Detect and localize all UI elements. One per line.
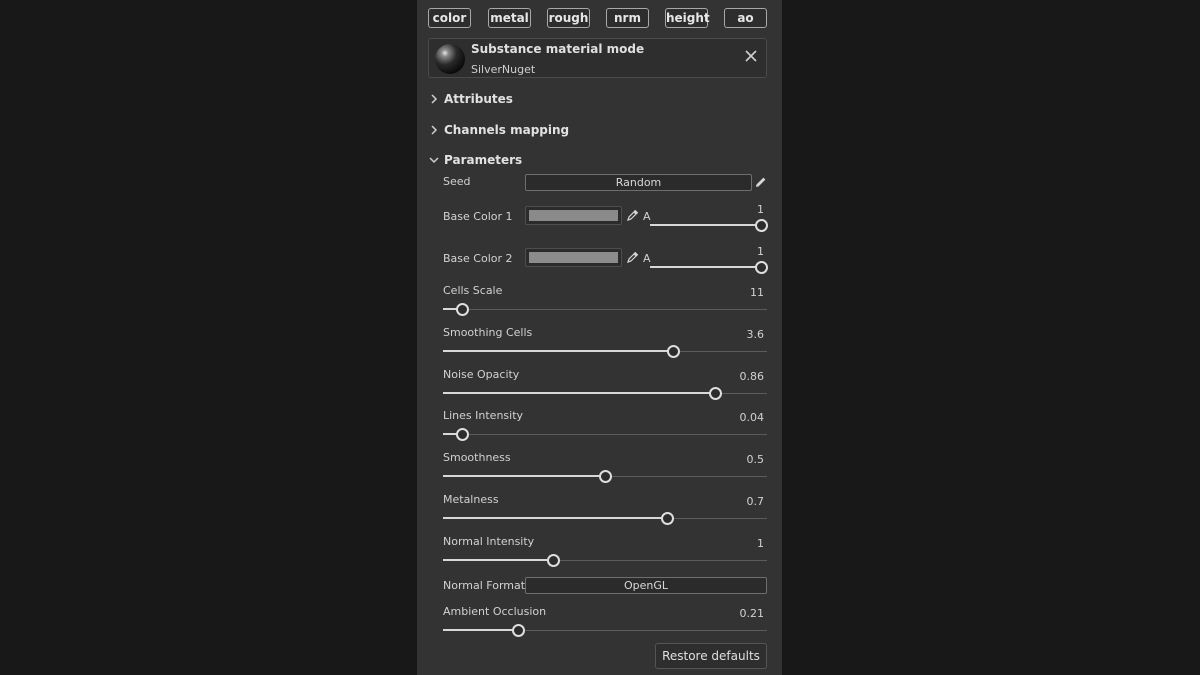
slider-fill — [443, 629, 518, 631]
ambient-occlusion-slider[interactable] — [443, 624, 767, 638]
slider-knob[interactable] — [456, 303, 470, 316]
slider-track — [443, 434, 767, 435]
slider-fill — [650, 266, 762, 268]
normal-intensity-value: 1 — [757, 537, 764, 550]
channel-nrm-button[interactable]: nrm — [606, 8, 649, 28]
lines-intensity-value: 0.04 — [739, 411, 765, 424]
ambient-occlusion-label: Ambient Occlusion — [443, 605, 547, 618]
seed-random-button[interactable]: Random — [525, 174, 752, 191]
slider-knob[interactable] — [755, 261, 768, 274]
base-color-2-alpha-value: 1 — [757, 245, 764, 258]
channel-rough-button[interactable]: rough — [547, 8, 590, 28]
slider-knob[interactable] — [660, 512, 674, 525]
smoothing-cells-label: Smoothing Cells — [443, 326, 533, 339]
normal-intensity-label: Normal Intensity — [443, 535, 535, 548]
smoothing-cells-slider[interactable] — [443, 345, 767, 359]
eyedropper-icon[interactable] — [626, 209, 639, 222]
material-header: Substance material mode SilverNuget — [428, 38, 767, 78]
cells-scale-slider[interactable] — [443, 303, 767, 317]
base-color-1-label: Base Color 1 — [443, 210, 513, 223]
metalness-label: Metalness — [443, 493, 499, 506]
base-color-1-alpha-slider[interactable] — [650, 219, 768, 233]
cells-scale-value: 11 — [750, 286, 764, 299]
channel-color-button[interactable]: color — [428, 8, 471, 28]
slider-fill — [443, 517, 667, 519]
lines-intensity-slider[interactable] — [443, 428, 767, 442]
slider-knob[interactable] — [755, 219, 768, 232]
lines-intensity-label: Lines Intensity — [443, 409, 524, 422]
base-color-2-alpha-slider[interactable] — [650, 261, 768, 275]
base-color-2-label: Base Color 2 — [443, 252, 513, 265]
chevron-right-icon — [431, 125, 438, 135]
material-mode-title: Substance material mode — [471, 42, 645, 56]
section-channels-mapping-title: Channels mapping — [444, 123, 570, 137]
seed-label: Seed — [443, 175, 471, 188]
slider-knob[interactable] — [547, 554, 561, 567]
smoothness-label: Smoothness — [443, 451, 511, 464]
channel-ao-button[interactable]: ao — [724, 8, 767, 28]
section-parameters-title: Parameters — [444, 153, 523, 167]
metalness-slider[interactable] — [443, 512, 767, 526]
base-color-1-alpha-value: 1 — [757, 203, 764, 216]
noise-opacity-label: Noise Opacity — [443, 368, 520, 381]
pencil-icon[interactable] — [755, 176, 767, 188]
section-attributes-title: Attributes — [444, 92, 513, 106]
material-name: SilverNuget — [471, 63, 536, 76]
noise-opacity-value: 0.86 — [739, 370, 765, 383]
slider-fill — [443, 475, 605, 477]
smoothness-slider[interactable] — [443, 470, 767, 484]
slider-knob[interactable] — [667, 345, 681, 358]
slider-knob[interactable] — [599, 470, 612, 483]
base-color-2-swatch-fill — [529, 252, 618, 263]
slider-knob[interactable] — [456, 428, 470, 441]
smoothing-cells-value: 3.6 — [746, 328, 765, 341]
metalness-value: 0.7 — [746, 495, 765, 508]
slider-track — [443, 309, 767, 310]
normal-intensity-slider[interactable] — [443, 554, 767, 568]
slider-fill — [443, 350, 674, 352]
normal-format-dropdown[interactable]: OpenGL — [525, 577, 767, 594]
channel-metal-button[interactable]: metal — [488, 8, 531, 28]
eyedropper-icon[interactable] — [626, 251, 639, 264]
slider-fill — [443, 559, 554, 561]
slider-knob[interactable] — [511, 624, 525, 637]
chevron-down-icon — [429, 157, 439, 164]
restore-defaults-button[interactable]: Restore defaults — [655, 643, 767, 669]
substance-parameters-panel: color metal rough nrm height ao Substanc… — [417, 0, 782, 675]
slider-knob[interactable] — [709, 387, 723, 400]
base-color-1-swatch-fill — [529, 210, 618, 221]
close-icon[interactable] — [744, 49, 758, 63]
channel-height-button[interactable]: height — [665, 8, 710, 28]
base-color-2-swatch[interactable] — [525, 248, 622, 267]
noise-opacity-slider[interactable] — [443, 387, 767, 401]
slider-fill — [443, 392, 716, 394]
chevron-right-icon — [431, 94, 438, 104]
normal-format-label: Normal Format — [443, 579, 526, 592]
ambient-occlusion-value: 0.21 — [739, 607, 765, 620]
slider-fill — [650, 224, 762, 226]
base-color-1-swatch[interactable] — [525, 206, 622, 225]
material-sphere-icon — [435, 44, 465, 74]
smoothness-value: 0.5 — [746, 453, 765, 466]
cells-scale-label: Cells Scale — [443, 284, 503, 297]
